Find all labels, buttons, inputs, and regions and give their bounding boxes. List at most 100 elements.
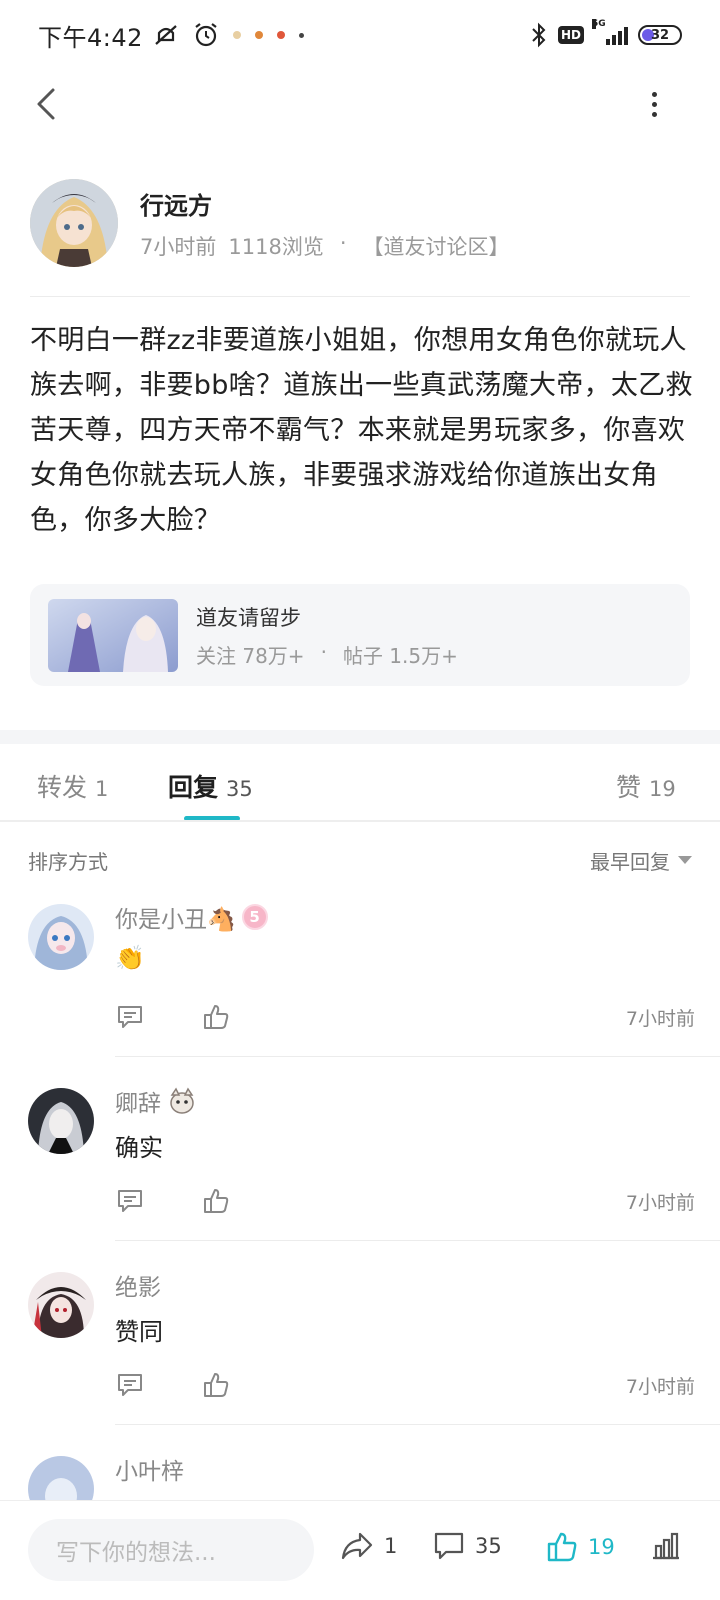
author-avatar[interactable] (30, 179, 118, 267)
tab-likes[interactable]: 赞 19 (616, 768, 676, 804)
thumbs-up-icon (204, 1189, 229, 1213)
comment-divider (115, 1240, 720, 1241)
commenter-name-text: 绝影 (115, 1275, 161, 1301)
sort-row: 排序方式 最早回复 (28, 842, 692, 878)
comment-text: 👏 (115, 944, 145, 972)
comment-icon (118, 1374, 142, 1396)
commenter-avatar[interactable] (28, 904, 94, 970)
comment-actions: 7小时前 (115, 1184, 695, 1218)
tab-count: 1 (95, 777, 109, 801)
mute-icon (155, 25, 177, 45)
alarm-icon (195, 23, 217, 47)
more-notifications-icon (298, 32, 304, 38)
like-button[interactable] (201, 1002, 231, 1032)
reply-button[interactable] (115, 1002, 145, 1032)
comment-text: 赞同 (115, 1318, 163, 1346)
battery-icon: 32 (638, 25, 682, 45)
reply-input[interactable]: 写下你的想法... (28, 1519, 314, 1581)
comment-item: 卿辞 确实 7小时前 (0, 1072, 720, 1258)
section-separator (0, 730, 720, 744)
battery-level: 32 (650, 27, 670, 43)
commenter-name-text: 你是小丑🐴 (115, 907, 236, 933)
notification-dot-icon (232, 31, 241, 39)
commenter-avatar[interactable] (28, 1272, 94, 1338)
like-button[interactable]: 19 (546, 1531, 615, 1563)
comment-actions: 7小时前 (115, 1000, 695, 1034)
comment-actions: 7小时前 (115, 1368, 695, 1402)
sticker-badge-icon (170, 1087, 194, 1114)
post-views: 1118浏览 (228, 234, 324, 259)
share-icon (341, 1532, 373, 1560)
tab-count: 19 (649, 777, 676, 801)
like-button[interactable] (201, 1186, 231, 1216)
comment-icon (118, 1190, 142, 1212)
reply-button[interactable] (115, 1370, 145, 1400)
comment-text: 确实 (115, 1134, 163, 1162)
comment-button[interactable]: 35 (433, 1531, 502, 1561)
back-button[interactable] (26, 84, 66, 124)
tab-label: 赞 (616, 773, 642, 802)
commenter-name[interactable]: 卿辞 (115, 1084, 197, 1118)
reply-placeholder: 写下你的想法... (56, 1540, 216, 1566)
bluetooth-icon (532, 22, 546, 48)
forum-tag[interactable]: 【道友讨论区】 (363, 231, 510, 261)
comment-item: 绝影 赞同 7小时前 (0, 1256, 720, 1442)
tab-label: 转发 (37, 773, 88, 802)
thumbs-up-icon (204, 1373, 229, 1397)
stats-button[interactable] (650, 1531, 682, 1561)
bottom-action-bar: 写下你的想法... 1 35 19 (0, 1500, 720, 1600)
post-meta: 7小时前 1118浏览 · 【道友讨论区】 (140, 231, 510, 261)
commenter-name-text: 卿辞 (115, 1091, 161, 1117)
forum-name: 道友请留步 (196, 605, 301, 630)
commenter-name[interactable]: 绝影 (115, 1268, 161, 1302)
tab-bar: 转发 1 回复 35 赞 19 (0, 744, 720, 822)
level-badge-icon: 5 (241, 904, 268, 930)
share-button[interactable]: 1 (340, 1531, 397, 1561)
author-info: 行远方 7小时前 1118浏览 · 【道友讨论区】 (140, 186, 510, 261)
network-type: 5G (592, 19, 606, 29)
comment-item: 小叶梓 (0, 1440, 720, 1500)
post-author: 行远方 7小时前 1118浏览 · 【道友讨论区】 (30, 178, 690, 268)
post-body: 不明白一群zz非要道族小姐姐，你想用女角色你就玩人族去啊，非要bb啥？道族出一些… (30, 325, 693, 536)
forum-thumbnail (48, 598, 178, 672)
sort-selected: 最早回复 (590, 849, 670, 874)
commenter-avatar[interactable] (28, 1456, 94, 1500)
forum-card[interactable]: 道友请留步 关注 78万+ · 帖子 1.5万+ (30, 584, 690, 686)
hd-badge: HD (557, 26, 584, 44)
forum-posts: 帖子 1.5万+ (342, 643, 458, 668)
tabs-divider (0, 820, 720, 822)
forum-stats: 关注 78万+ · 帖子 1.5万+ (196, 640, 458, 669)
signal-icon: 5G (592, 19, 628, 45)
comment-item: 你是小丑🐴 5 👏 7小时前 (0, 888, 720, 1074)
commenter-name[interactable]: 小叶梓 (115, 1452, 184, 1486)
tab-replies[interactable]: 回复 35 (168, 768, 253, 804)
status-time: 下午4:42 (38, 23, 143, 52)
thumbs-up-icon (547, 1532, 577, 1562)
like-button[interactable] (201, 1370, 231, 1400)
divider (30, 296, 690, 297)
tab-count: 35 (226, 777, 253, 801)
like-count: 19 (588, 1535, 615, 1559)
comment-count: 35 (475, 1534, 502, 1558)
more-vertical-icon (651, 91, 657, 97)
sort-dropdown[interactable]: 最早回复 (590, 846, 692, 875)
comment-time: 7小时前 (625, 1191, 695, 1214)
chevron-left-icon (37, 88, 55, 120)
comment-icon (434, 1532, 464, 1560)
reply-button[interactable] (115, 1186, 145, 1216)
status-left-icons (153, 22, 304, 48)
status-bar: 下午4:42 HD 5G 32 (0, 0, 720, 70)
tab-reposts[interactable]: 转发 1 (37, 768, 108, 804)
comment-divider (115, 1056, 720, 1057)
forum-follows: 关注 78万+ (196, 643, 305, 668)
commenter-name-text: 小叶梓 (115, 1459, 184, 1485)
author-name[interactable]: 行远方 (140, 186, 510, 221)
commenter-name[interactable]: 你是小丑🐴 5 (115, 900, 268, 934)
meta-separator: · (339, 230, 347, 255)
notification-dot-icon (254, 31, 263, 39)
notification-dot-icon (276, 31, 285, 39)
post-time: 7小时前 (140, 234, 217, 259)
more-button[interactable] (634, 84, 674, 124)
sort-label: 排序方式 (28, 849, 108, 874)
commenter-avatar[interactable] (28, 1088, 94, 1154)
